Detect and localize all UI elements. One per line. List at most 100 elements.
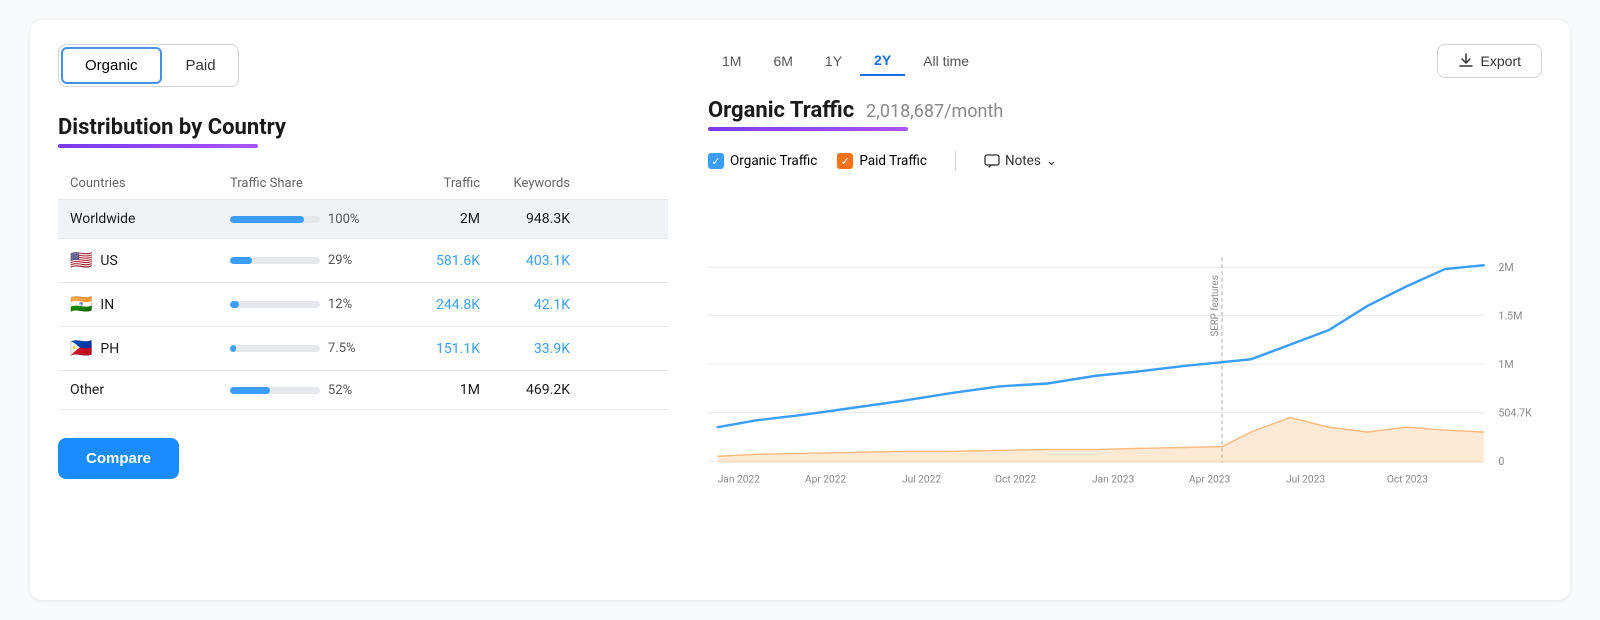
country-name: IN — [100, 297, 114, 313]
paid-traffic-area — [718, 417, 1484, 463]
compare-button[interactable]: Compare — [58, 438, 179, 479]
bar-track — [230, 301, 320, 308]
traffic-value: 2M — [390, 211, 480, 227]
legend-paid: ✓ Paid Traffic — [837, 153, 927, 169]
keywords-value: 948.3K — [480, 211, 570, 227]
pct-text: 12% — [328, 297, 364, 312]
table-row[interactable]: 🇺🇸 US 29% 581.6K403.1K — [58, 239, 668, 283]
table-row[interactable]: 🇮🇳IN12%244.8K42.1K — [58, 283, 668, 327]
pct-text: 52% — [328, 383, 364, 398]
country-name: PH — [100, 341, 119, 357]
notes-button[interactable]: Notes ⌄ — [984, 153, 1057, 169]
col-traffic: Traffic — [390, 176, 480, 191]
y-label-2m: 2M — [1498, 261, 1513, 274]
flag-icon: 🇮🇳 — [70, 294, 92, 315]
bar-fill — [230, 345, 236, 352]
bar-track — [230, 216, 320, 223]
flag-icon: 🇵🇭 — [70, 338, 92, 359]
time-filter-6m[interactable]: 6M — [759, 47, 806, 75]
traffic-chart: SERP features 2M 1.5M 1M 504.7K 0 Jan 20… — [708, 191, 1542, 576]
keywords-value: 33.9K — [480, 341, 570, 357]
country-name: Worldwide — [70, 211, 135, 227]
keywords-value: 469.2K — [480, 382, 570, 398]
x-label-jul23: Jul 2023 — [1286, 474, 1325, 485]
legend-divider — [955, 151, 956, 171]
left-panel: Organic Paid Distribution by Country Cou… — [58, 44, 668, 576]
chart-title: Organic Traffic — [708, 98, 854, 123]
table-row[interactable]: Other 52% 1M469.2K — [58, 371, 668, 410]
tab-organic[interactable]: Organic — [61, 47, 162, 84]
tab-switcher: Organic Paid — [58, 44, 239, 87]
time-filter-1y[interactable]: 1Y — [811, 47, 856, 75]
table-row[interactable]: 🇵🇭 PH 7.5% 151.1K33.9K — [58, 327, 668, 371]
right-panel: 1M6M1Y2YAll time Export Organic Traffic … — [708, 44, 1542, 576]
x-label-jan23: Jan 2023 — [1092, 474, 1134, 485]
chart-subtitle: 2,018,687/month — [866, 101, 1003, 122]
bar-track — [230, 257, 320, 264]
y-label-1m: 1M — [1498, 358, 1513, 371]
traffic-value: 1M — [390, 382, 480, 398]
col-traffic-share: Traffic Share — [230, 176, 390, 191]
time-filter-1m[interactable]: 1M — [708, 47, 755, 75]
organic-traffic-line — [718, 265, 1484, 427]
bar-cell: 52% — [230, 383, 390, 398]
notes-label: Notes — [1005, 153, 1041, 169]
traffic-value: 244.8K — [390, 297, 480, 313]
pct-text: 29% — [328, 253, 364, 268]
bar-cell: 100% — [230, 212, 390, 227]
organic-label: Organic Traffic — [730, 153, 817, 169]
chart-area: SERP features 2M 1.5M 1M 504.7K 0 Jan 20… — [708, 191, 1542, 576]
bar-cell: 12% — [230, 297, 390, 312]
flag-icon: 🇺🇸 — [70, 250, 92, 271]
keywords-value: 403.1K — [480, 253, 570, 269]
export-label: Export — [1481, 53, 1521, 69]
x-label-oct22: Oct 2022 — [995, 474, 1036, 485]
traffic-value: 581.6K — [390, 253, 480, 269]
legend-organic: ✓ Organic Traffic — [708, 153, 817, 169]
bar-track — [230, 345, 320, 352]
export-icon — [1458, 53, 1474, 69]
bar-fill — [230, 257, 252, 264]
serp-label: SERP features — [1210, 275, 1221, 336]
country-cell: Worldwide — [70, 211, 230, 227]
paid-check-icon: ✓ — [837, 153, 853, 169]
notes-icon — [984, 154, 1000, 168]
y-label-0: 0 — [1498, 455, 1504, 468]
tab-paid[interactable]: Paid — [164, 45, 238, 86]
chart-header: Organic Traffic 2,018,687/month ✓ Organi… — [708, 98, 1542, 183]
country-cell: 🇺🇸 US — [70, 250, 230, 271]
x-label-oct23: Oct 2023 — [1387, 474, 1428, 485]
country-name: US — [100, 253, 117, 269]
time-filter-2y[interactable]: 2Y — [860, 46, 905, 76]
paid-label: Paid Traffic — [859, 153, 927, 169]
country-cell: 🇵🇭 PH — [70, 338, 230, 359]
country-name: Other — [70, 382, 104, 398]
traffic-value: 151.1K — [390, 341, 480, 357]
bar-fill — [230, 301, 239, 308]
x-label-jan22: Jan 2022 — [718, 474, 760, 485]
bar-cell: 29% — [230, 253, 390, 268]
chevron-down-icon: ⌄ — [1046, 153, 1057, 169]
pct-text: 7.5% — [328, 341, 364, 356]
chart-legend: ✓ Organic Traffic ✓ Paid Traffic Notes ⌄ — [708, 151, 1542, 171]
country-cell: 🇮🇳 IN — [70, 294, 230, 315]
bar-cell: 7.5% — [230, 341, 390, 356]
y-label-1.5m: 1.5M — [1498, 309, 1522, 322]
time-filter-all-time[interactable]: All time — [909, 47, 983, 75]
bar-track — [230, 387, 320, 394]
col-countries: Countries — [70, 176, 230, 191]
country-cell: Other — [70, 382, 230, 398]
pct-text: 100% — [328, 212, 364, 227]
export-button[interactable]: Export — [1437, 44, 1542, 78]
section-title: Distribution by Country — [58, 115, 668, 140]
purple-accent-bar — [58, 144, 258, 148]
bar-fill — [230, 387, 270, 394]
organic-check-icon: ✓ — [708, 153, 724, 169]
time-nav: 1M6M1Y2YAll time Export — [708, 44, 1542, 78]
x-label-jul22: Jul 2022 — [902, 474, 941, 485]
col-keywords: Keywords — [480, 176, 570, 191]
x-label-apr23: Apr 2023 — [1189, 474, 1230, 485]
distribution-table: Worldwide 100% 2M948.3K 🇺🇸 US 29% 581.6K403.1K… — [58, 200, 668, 410]
table-header: Countries Traffic Share Traffic Keywords — [58, 168, 668, 200]
table-row[interactable]: Worldwide 100% 2M948.3K — [58, 200, 668, 239]
